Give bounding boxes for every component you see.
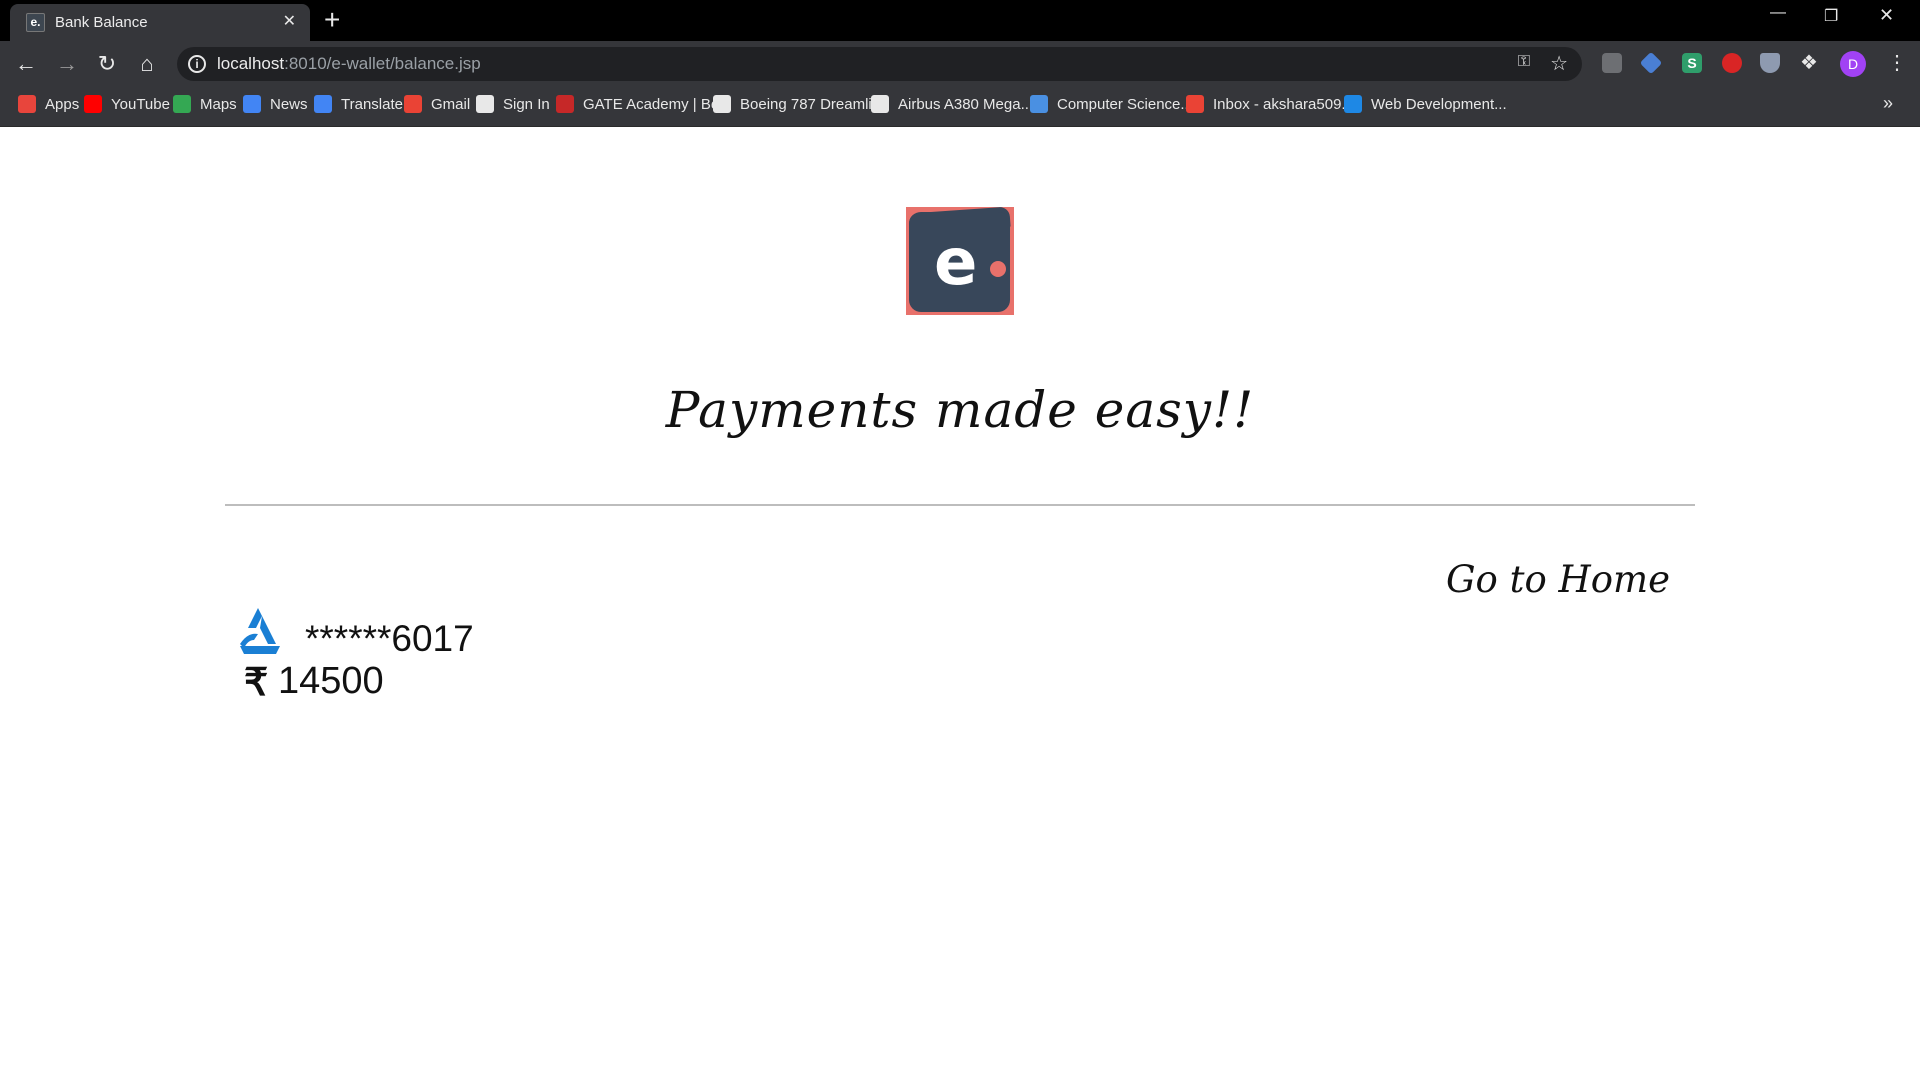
logo-dot — [990, 261, 1006, 277]
bookmark-item[interactable]: Gmail — [404, 95, 470, 113]
bank-logo-icon — [240, 608, 280, 654]
bookmark-label: GATE Academy | Be... — [583, 95, 732, 113]
key-icon[interactable]: ⚿ — [1518, 53, 1530, 71]
translate-icon — [314, 95, 332, 113]
bookmark-item[interactable]: Airbus A380 Mega... — [871, 95, 1033, 113]
go-to-home-link[interactable]: Go to Home — [1446, 558, 1670, 601]
bookmarks-bar: Apps YouTube Maps News Translate Gmail Sign In… — [0, 87, 1920, 127]
url-path: :8010/e-wallet/balance.jsp — [284, 54, 481, 73]
bookmark-label: Boeing 787 Dreamli... — [740, 95, 885, 113]
balance-amount: 14500 — [278, 660, 384, 702]
bookmark-item[interactable]: Inbox - akshara509... — [1186, 95, 1354, 113]
bookmark-item[interactable]: Boeing 787 Dreamli... — [713, 95, 884, 113]
gmail-icon — [404, 95, 422, 113]
forward-arrow-icon[interactable]: → — [53, 50, 81, 78]
bookmark-label: Inbox - akshara509... — [1213, 95, 1354, 113]
tab-title: Bank Balance — [55, 14, 148, 31]
flightaware-icon — [871, 95, 889, 113]
bookmark-item[interactable]: Computer Science... — [1030, 95, 1193, 113]
window-close-icon[interactable]: ✕ — [1879, 5, 1894, 26]
menu-kebab-icon[interactable]: ⋮ — [1887, 49, 1907, 77]
bookmark-item[interactable]: YouTube — [84, 95, 170, 113]
site-info-icon[interactable]: i — [188, 55, 206, 73]
bookmark-label: Maps — [200, 95, 237, 113]
extension-gray-icon[interactable] — [1602, 53, 1622, 73]
bookmark-item[interactable]: Apps — [18, 95, 79, 113]
news-icon — [243, 95, 261, 113]
profile-avatar[interactable]: D — [1840, 51, 1866, 77]
globe-icon — [476, 95, 494, 113]
youtube-icon — [84, 95, 102, 113]
account-number: ******6017 — [305, 618, 474, 659]
divider — [225, 504, 1695, 506]
tagline: Payments made easy!! — [665, 381, 1255, 439]
restore-icon[interactable]: ❐ — [1824, 6, 1838, 26]
flightaware-icon — [713, 95, 731, 113]
bookmark-label: News — [270, 95, 308, 113]
extension-hand-icon[interactable] — [1722, 53, 1742, 73]
back-arrow-icon[interactable]: ← — [12, 50, 40, 78]
e-wallet-logo: e — [906, 206, 1014, 315]
rupee-icon: ₹ — [244, 662, 269, 704]
address-bar[interactable]: i localhost:8010/e-wallet/balance.jsp ⚿ … — [177, 47, 1582, 81]
gmail-icon — [1186, 95, 1204, 113]
tab-bank-balance[interactable]: e. Bank Balance ✕ — [10, 4, 310, 41]
url-host: localhost — [217, 54, 285, 73]
new-tab-button[interactable]: + — [324, 5, 340, 35]
is-icon — [1344, 95, 1362, 113]
extension-shield-icon[interactable] — [1760, 53, 1780, 73]
extension-s-icon[interactable]: S — [1682, 53, 1702, 73]
tab-favicon-icon: e. — [26, 13, 45, 32]
tab-close-icon[interactable]: ✕ — [283, 12, 296, 32]
bookmark-label: Apps — [45, 95, 80, 113]
maps-icon — [173, 95, 191, 113]
bookmark-item[interactable]: Web Development... — [1344, 95, 1507, 113]
bookmark-item[interactable]: Maps — [173, 95, 237, 113]
minimize-icon[interactable]: — — [1770, 4, 1786, 22]
bookmark-label: Computer Science... — [1057, 95, 1193, 113]
home-icon[interactable]: ⌂ — [133, 50, 161, 78]
bookmark-item[interactable]: GATE Academy | Be... — [556, 95, 732, 113]
logo-letter: e — [934, 226, 978, 300]
tab-strip: e. Bank Balance ✕ + — ❐ ✕ — [0, 0, 1920, 41]
bookmark-item[interactable]: News — [243, 95, 308, 113]
bookmark-star-icon[interactable]: ☆ — [1550, 51, 1568, 76]
bookmark-item[interactable]: Sign In — [476, 95, 550, 113]
browser-toolbar: ← → ↻ ⌂ i localhost:8010/e-wallet/balanc… — [0, 41, 1920, 87]
bookmark-label: Sign In — [503, 95, 550, 113]
apps-grid-icon — [18, 95, 36, 113]
gate-academy-icon — [556, 95, 574, 113]
bookmark-label: Translate — [341, 95, 403, 113]
bookmark-label: YouTube — [111, 95, 170, 113]
extensions-puzzle-icon[interactable]: ❖ — [1800, 50, 1818, 75]
bookmark-item[interactable]: Translate — [314, 95, 403, 113]
bookmark-label: Web Development... — [1371, 95, 1507, 113]
infinity-icon — [1030, 95, 1048, 113]
page-content: e Payments made easy!! Go to Home ******… — [0, 128, 1920, 1080]
url-text[interactable]: localhost:8010/e-wallet/balance.jsp — [217, 54, 481, 74]
more-bookmarks-icon[interactable]: » — [1883, 93, 1893, 114]
bookmark-label: Airbus A380 Mega... — [898, 95, 1034, 113]
bookmark-label: Gmail — [431, 95, 471, 113]
extension-cube-icon[interactable] — [1639, 51, 1663, 75]
reload-icon[interactable]: ↻ — [93, 50, 121, 78]
